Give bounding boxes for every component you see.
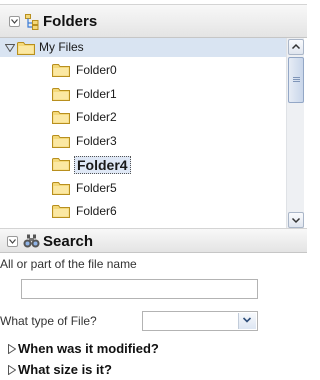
folder-icon — [17, 42, 35, 55]
size-label: What size is it? — [18, 362, 112, 377]
tree-item[interactable]: Folder3 — [52, 131, 282, 151]
search-title: Search — [43, 233, 94, 250]
folders-title: Folders — [43, 13, 98, 30]
tree-item[interactable]: Folder0 — [52, 60, 282, 80]
modified-label: When was it modified? — [18, 341, 159, 356]
scroll-thumb[interactable] — [288, 57, 304, 103]
tree-root-row[interactable]: My Files — [0, 38, 286, 57]
folders-header: Folders — [0, 4, 307, 38]
scroll-down-button[interactable] — [288, 212, 304, 228]
chevron-down-icon — [11, 19, 18, 24]
file-type-label: What type of File? — [0, 314, 97, 328]
dropdown-button[interactable] — [238, 313, 256, 329]
tree-item-label: Folder2 — [76, 110, 117, 124]
tree-root-label: My Files — [39, 40, 84, 54]
binoculars-icon — [23, 234, 40, 248]
expand-triangle-icon[interactable] — [5, 44, 15, 52]
tree-item-label: Folder5 — [76, 180, 117, 195]
search-header: Search — [0, 228, 307, 253]
tree-item-label: Folder1 — [76, 86, 117, 101]
tree-item-label: Folder0 — [76, 63, 117, 77]
tree-item[interactable]: Folder1 — [52, 84, 282, 104]
tree-item[interactable]: Folder4 — [52, 154, 282, 174]
tree-item[interactable]: Folder5 — [52, 178, 282, 198]
scroll-up-button[interactable] — [288, 39, 304, 55]
size-expander[interactable]: What size is it? — [8, 361, 248, 379]
folders-collapse-button[interactable] — [9, 16, 20, 27]
triangle-right-icon — [8, 365, 16, 375]
chevron-down-icon — [291, 217, 301, 224]
tree-item-label: Folder6 — [76, 204, 117, 218]
folder-icon — [52, 134, 70, 148]
folder-icon — [52, 111, 70, 124]
chevron-down-icon — [9, 239, 16, 244]
folder-icon — [52, 87, 70, 101]
search-collapse-button[interactable] — [7, 236, 18, 247]
tree-scrollbar[interactable] — [286, 38, 304, 229]
chevron-down-icon — [242, 317, 252, 323]
modified-expander[interactable]: When was it modified? — [8, 340, 248, 358]
tree-item-label: Folder3 — [76, 133, 117, 148]
tree-item-label: Folder4 — [74, 156, 131, 174]
folder-tree-icon — [25, 14, 39, 30]
chevron-up-icon — [291, 43, 301, 50]
folder-tree: My Files Folder0 Folder1 Folder2 Folder3 Fol… — [0, 38, 307, 229]
folder-icon — [52, 158, 70, 171]
tree-item[interactable]: Folder6 — [52, 201, 282, 221]
tree-item[interactable]: Folder2 — [52, 107, 282, 127]
folder-icon — [52, 205, 70, 218]
folder-icon — [52, 64, 70, 77]
file-name-input[interactable] — [21, 279, 258, 299]
triangle-right-icon — [8, 344, 16, 354]
file-type-select[interactable] — [142, 311, 258, 331]
file-name-label: All or part of the file name — [0, 257, 137, 271]
folder-icon — [52, 181, 70, 195]
